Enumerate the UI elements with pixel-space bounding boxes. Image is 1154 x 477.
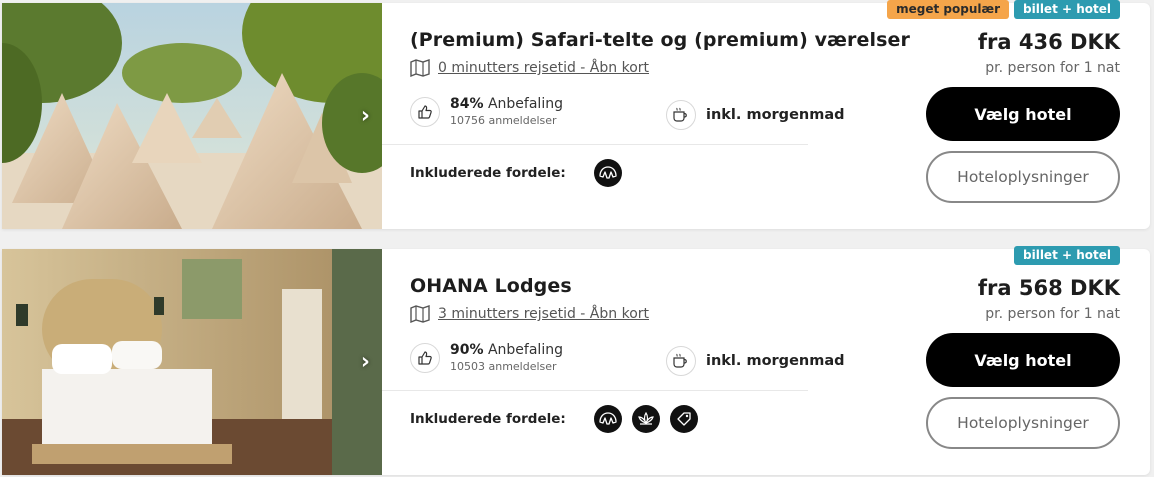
benefits-label: Inkluderede fordele:: [410, 165, 566, 181]
coffee-cup-icon: [666, 100, 696, 130]
divider: [382, 390, 808, 391]
hotel-card: › meget populær billet + hotel (Premium)…: [2, 0, 1150, 229]
included-benefits: Inkluderede fordele:: [410, 159, 622, 187]
hotel-title[interactable]: OHANA Lodges: [410, 275, 572, 297]
package-badge: billet + hotel: [1014, 246, 1120, 265]
hotel-card: › billet + hotel OHANA Lodges 3 minutter…: [2, 246, 1150, 475]
benefits-label: Inkluderede fordele:: [410, 411, 566, 427]
review-count: 10503 anmeldelser: [450, 360, 557, 373]
badge-group: billet + hotel: [1014, 246, 1120, 265]
price: fra 436 DKK: [977, 30, 1120, 54]
map-link-label[interactable]: 3 minutters rejsetid - Åbn kort: [438, 306, 649, 322]
breakfast-label: inkl. morgenmad: [706, 107, 845, 123]
hotel-title[interactable]: (Premium) Safari-telte og (premium) være…: [410, 29, 910, 51]
hotel-info-button[interactable]: Hoteloplysninger: [926, 397, 1120, 449]
recommendation-percent: 90%: [450, 342, 484, 358]
price-subtext: pr. person for 1 nat: [985, 306, 1120, 322]
price: fra 568 DKK: [977, 276, 1120, 300]
next-image-icon[interactable]: ›: [361, 104, 370, 129]
next-image-icon[interactable]: ›: [361, 350, 370, 375]
select-hotel-button[interactable]: Vælg hotel: [926, 333, 1120, 387]
recommendation-percent: 84%: [450, 96, 484, 112]
badge-group: meget populær billet + hotel: [887, 0, 1120, 19]
popular-badge: meget populær: [887, 0, 1009, 19]
safari-tents-photo[interactable]: ›: [2, 3, 382, 229]
map-link-label[interactable]: 0 minutters rejsetid - Åbn kort: [438, 60, 649, 76]
map-link[interactable]: 3 minutters rejsetid - Åbn kort: [410, 305, 649, 323]
breakfast-info: inkl. morgenmad: [666, 100, 845, 130]
lotus-icon[interactable]: [631, 405, 660, 433]
recommendation-label: Anbefaling: [487, 342, 563, 358]
map-icon: [410, 59, 430, 77]
price-subtext: pr. person for 1 nat: [985, 60, 1120, 76]
hotel-room-image: [2, 249, 382, 475]
package-badge: billet + hotel: [1014, 0, 1120, 19]
thumbs-up-icon: [410, 342, 440, 373]
review-count: 10756 anmeldelser: [450, 114, 557, 127]
croissant-icon[interactable]: [593, 405, 622, 433]
safari-tents-image: [2, 3, 382, 229]
included-benefits: Inkluderede fordele:: [410, 405, 698, 433]
croissant-icon[interactable]: [593, 159, 622, 187]
recommendation: 90% Anbefaling 10503 anmeldelser: [410, 342, 563, 373]
hotel-room-photo[interactable]: ›: [2, 249, 382, 475]
coffee-cup-icon: [666, 346, 696, 376]
tag-icon[interactable]: [669, 405, 698, 433]
recommendation-label: Anbefaling: [487, 96, 563, 112]
map-link[interactable]: 0 minutters rejsetid - Åbn kort: [410, 59, 649, 77]
breakfast-label: inkl. morgenmad: [706, 353, 845, 369]
recommendation: 84% Anbefaling 10756 anmeldelser: [410, 96, 563, 127]
select-hotel-button[interactable]: Vælg hotel: [926, 87, 1120, 141]
breakfast-info: inkl. morgenmad: [666, 346, 845, 376]
map-icon: [410, 305, 430, 323]
thumbs-up-icon: [410, 96, 440, 127]
hotel-info-button[interactable]: Hoteloplysninger: [926, 151, 1120, 203]
divider: [382, 144, 808, 145]
